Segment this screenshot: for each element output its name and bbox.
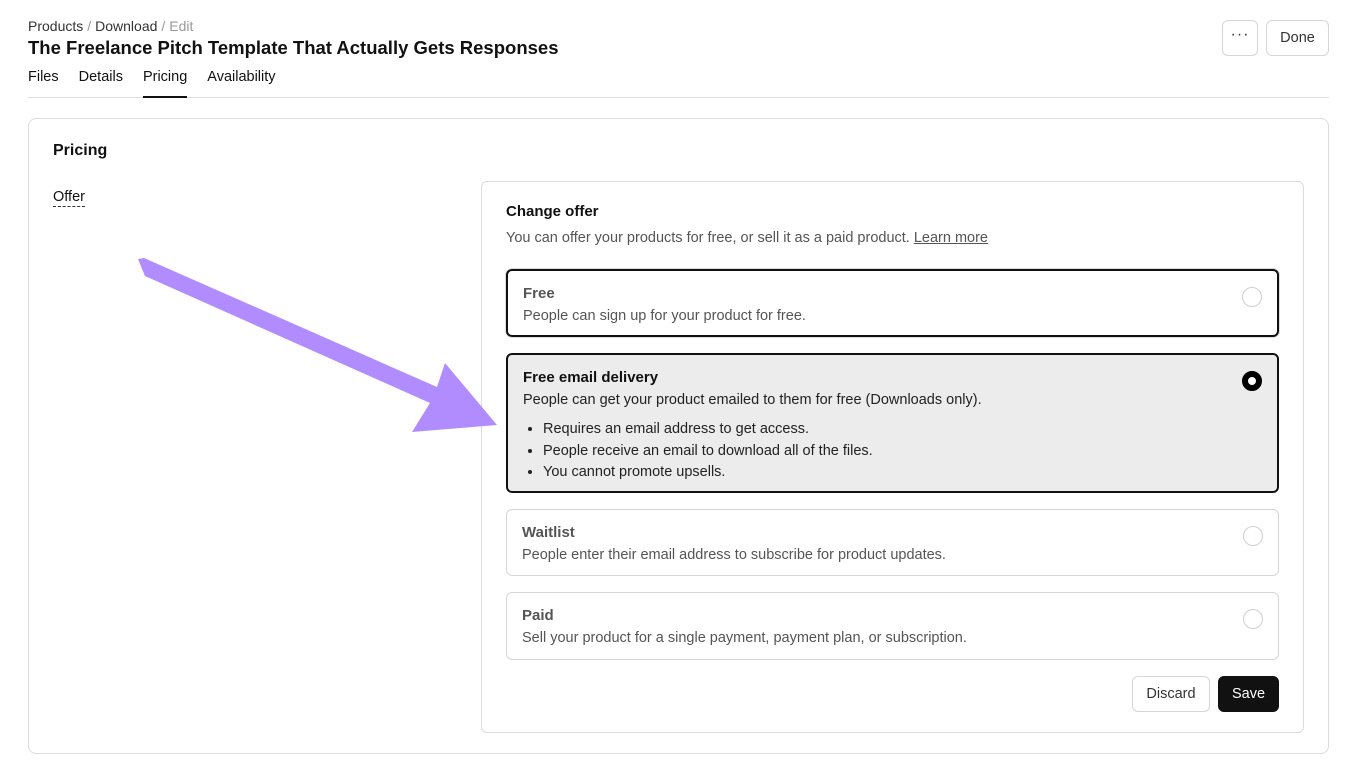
done-button[interactable]: Done: [1266, 20, 1329, 56]
pricing-card: Pricing Offer Change offer You can offer…: [28, 118, 1329, 754]
option-description: People can sign up for your product for …: [523, 308, 806, 324]
tab-files[interactable]: Files: [28, 68, 59, 98]
option-description: Sell your product for a single payment, …: [522, 630, 967, 646]
radio-free[interactable]: [1242, 287, 1262, 307]
change-offer-subtitle: You can offer your products for free, or…: [506, 230, 988, 246]
breadcrumb-download[interactable]: Download: [95, 18, 157, 34]
discard-button[interactable]: Discard: [1132, 676, 1210, 712]
tab-availability[interactable]: Availability: [207, 68, 275, 98]
list-item: Requires an email address to get access.: [543, 419, 873, 441]
more-options-button[interactable]: ···: [1222, 20, 1258, 56]
change-offer-description: You can offer your products for free, or…: [506, 230, 910, 246]
offer-option-free[interactable]: Free People can sign up for your product…: [506, 269, 1279, 337]
more-horizontal-icon: ···: [1230, 26, 1250, 43]
radio-free-email-delivery[interactable]: [1242, 371, 1262, 391]
option-title: Free email delivery: [523, 369, 659, 386]
radio-paid[interactable]: [1243, 609, 1263, 629]
offer-label[interactable]: Offer: [53, 189, 85, 207]
breadcrumb-separator: /: [87, 18, 92, 34]
offer-option-waitlist[interactable]: Waitlist People enter their email addres…: [506, 509, 1279, 576]
option-title: Waitlist: [522, 524, 575, 541]
option-title: Paid: [522, 607, 554, 624]
tab-bar: Files Details Pricing Availability: [28, 68, 276, 98]
option-description: People enter their email address to subs…: [522, 547, 946, 563]
breadcrumb-edit: Edit: [169, 18, 194, 34]
option-description: People can get your product emailed to t…: [523, 392, 982, 408]
page-title: The Freelance Pitch Template That Actual…: [28, 37, 559, 58]
save-button[interactable]: Save: [1218, 676, 1279, 712]
offer-option-free-email-delivery[interactable]: Free email delivery People can get your …: [506, 353, 1279, 493]
tab-pricing[interactable]: Pricing: [142, 68, 188, 98]
tab-details[interactable]: Details: [79, 68, 123, 98]
list-item: People receive an email to download all …: [543, 441, 873, 463]
option-title: Free: [523, 285, 555, 302]
breadcrumb-products[interactable]: Products: [28, 18, 83, 34]
breadcrumb: Products / Download / Edit: [28, 18, 193, 34]
list-item: You cannot promote upsells.: [543, 462, 873, 484]
option-bullet-list: Requires an email address to get access.…: [523, 419, 873, 484]
change-offer-panel: Change offer You can offer your products…: [481, 181, 1304, 733]
learn-more-link[interactable]: Learn more: [914, 230, 988, 246]
radio-waitlist[interactable]: [1243, 526, 1263, 546]
breadcrumb-separator: /: [161, 18, 166, 34]
pricing-section-title: Pricing: [53, 142, 108, 159]
change-offer-title: Change offer: [506, 203, 599, 220]
page-header: Products / Download / Edit The Freelance Pit…: [28, 0, 1329, 98]
offer-option-paid[interactable]: Paid Sell your product for a single paym…: [506, 592, 1279, 660]
